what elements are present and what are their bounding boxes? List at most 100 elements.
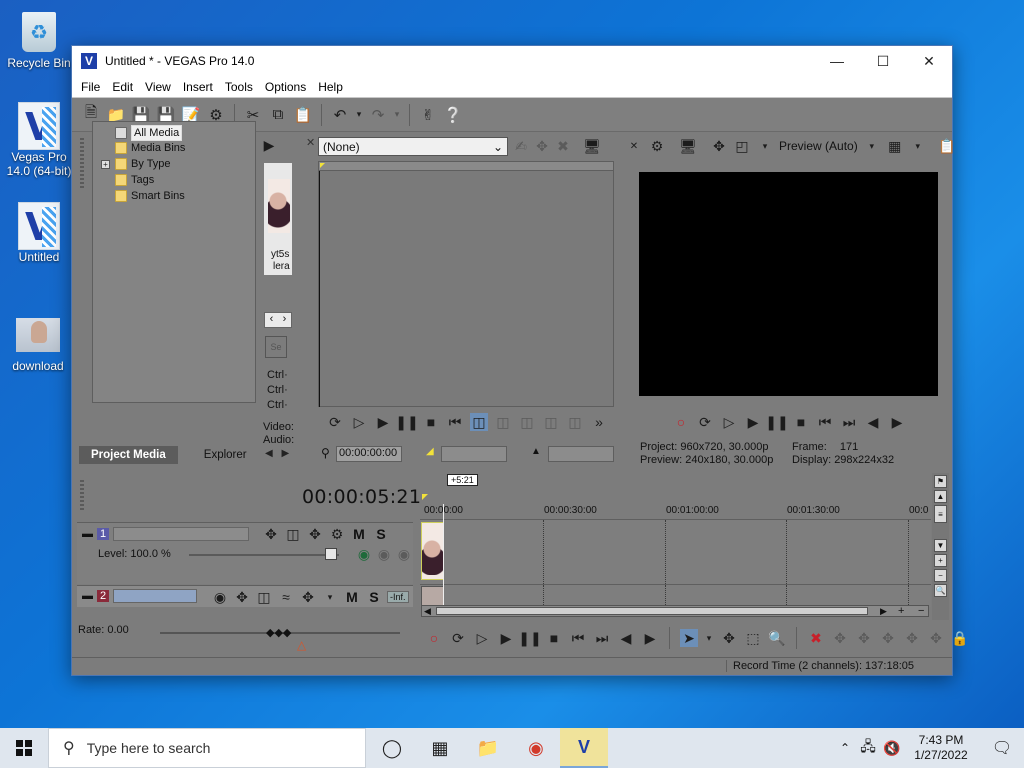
solo-button[interactable]: S: [365, 589, 383, 605]
chrome-taskbar-button[interactable]: ◉: [512, 728, 560, 768]
zoom-out-h-icon[interactable]: −: [918, 605, 924, 617]
spellcheck-icon[interactable]: ✍: [512, 137, 530, 155]
level-slider-thumb[interactable]: [325, 548, 337, 560]
recycle-bin-desktop-icon[interactable]: Recycle Bin: [1, 10, 77, 70]
download-desktop-icon[interactable]: download: [0, 313, 76, 373]
scroll-down-icon[interactable]: ▼: [934, 539, 947, 552]
tab-explorer[interactable]: Explorer: [190, 446, 261, 464]
play-icon[interactable]: ▶: [374, 413, 392, 431]
normal-edit-tool-icon[interactable]: ➤: [680, 629, 698, 647]
copy-snapshot-icon[interactable]: 📋: [938, 137, 956, 155]
minimize-button[interactable]: —: [814, 46, 860, 76]
make-compositing-child-icon[interactable]: ◉: [395, 545, 413, 563]
video-preview-screen[interactable]: [639, 172, 938, 396]
menu-tools[interactable]: Tools: [219, 80, 259, 94]
envelope-tool-icon[interactable]: ✥: [720, 629, 738, 647]
timeline-h-scrollbar[interactable]: ◀ ▶ + −: [421, 605, 929, 617]
more-options-icon[interactable]: »: [590, 413, 608, 431]
scroll-up-icon[interactable]: ▲: [934, 490, 947, 503]
maximize-button[interactable]: ☐: [860, 46, 906, 76]
solo-button[interactable]: S: [372, 526, 390, 542]
vegas-pro-desktop-icon[interactable]: Vegas Pro 14.0 (64-bit): [1, 102, 77, 178]
stop-icon[interactable]: ■: [422, 413, 440, 431]
whats-this-help-icon[interactable]: ❔: [442, 104, 464, 126]
stop-icon[interactable]: ■: [792, 413, 810, 431]
audio-fx-icon[interactable]: ✥: [233, 588, 251, 606]
compositing-mode-icon[interactable]: ✥: [306, 525, 324, 543]
tree-item-smart-bins[interactable]: Smart Bins: [115, 190, 185, 202]
start-button[interactable]: [0, 728, 48, 768]
trimmer-length-icon[interactable]: ▲: [531, 446, 541, 457]
go-to-start-icon[interactable]: ⏮: [569, 629, 587, 647]
level-slider-track[interactable]: [189, 554, 339, 556]
play-from-start-icon[interactable]: ▷: [473, 629, 491, 647]
tab-project-media[interactable]: Project Media: [79, 446, 178, 464]
go-to-start-icon[interactable]: ⏮: [816, 413, 834, 431]
trim-mode-icon[interactable]: ◫: [470, 413, 488, 431]
ripple-icon[interactable]: ✥: [927, 629, 945, 647]
play-icon[interactable]: ▶: [744, 413, 762, 431]
file-explorer-taskbar-button[interactable]: 📁: [464, 728, 512, 768]
arm-for-record-icon[interactable]: ◉: [211, 588, 229, 606]
track-motion-icon[interactable]: ✥: [299, 588, 317, 606]
add-to-timeline-icon[interactable]: ◫: [494, 413, 512, 431]
preview-quality-chevron-icon[interactable]: ▾: [756, 137, 774, 155]
zoom-tool-icon[interactable]: 🔍: [934, 584, 947, 597]
trim-end-icon[interactable]: ✥: [879, 629, 897, 647]
mute-button[interactable]: M: [350, 526, 368, 542]
track-settings-dropdown-icon[interactable]: ▾: [321, 588, 339, 606]
media-thumbnail[interactable]: yt5s lera: [264, 163, 292, 275]
play-from-start-icon[interactable]: ▷: [350, 413, 368, 431]
volume-muted-icon[interactable]: 🔇: [882, 740, 902, 757]
go-to-end-icon[interactable]: ⏭: [593, 629, 611, 647]
pause-icon[interactable]: ❚❚: [765, 413, 788, 431]
previous-frame-icon[interactable]: ◀: [864, 413, 882, 431]
track-collapse-icon[interactable]: ▬: [82, 590, 93, 602]
h-scroll-thumb[interactable]: [436, 607, 868, 615]
loop-icon[interactable]: ⟳: [449, 629, 467, 647]
vegas-pro-taskbar-button[interactable]: V: [560, 728, 608, 768]
next-arrow-icon[interactable]: ›: [283, 313, 287, 327]
overlays-grid-icon[interactable]: ▦: [886, 137, 904, 155]
clock[interactable]: 7:43 PM 1/27/2022: [906, 733, 976, 763]
marker-flag-icon[interactable]: ⚑: [934, 475, 947, 488]
tree-item-by-type[interactable]: By Type: [115, 158, 171, 170]
clear-trimmer-icon[interactable]: ✖: [554, 137, 572, 155]
pause-icon[interactable]: ❚❚: [395, 413, 418, 431]
scroll-right-icon[interactable]: ▶: [880, 606, 887, 617]
expand-icon[interactable]: +: [101, 160, 110, 169]
tree-item-tags[interactable]: Tags: [115, 174, 154, 186]
paste-icon[interactable]: 📋: [292, 104, 314, 126]
mute-button[interactable]: M: [343, 589, 361, 605]
menu-insert[interactable]: Insert: [177, 80, 219, 94]
delete-icon[interactable]: ✖: [807, 629, 825, 647]
task-view-timeline-button[interactable]: ▦: [416, 728, 464, 768]
record-icon[interactable]: ○: [672, 413, 690, 431]
v-scroll-thumb[interactable]: ≡: [934, 505, 947, 523]
video-preview-settings-icon[interactable]: ⚙: [648, 137, 666, 155]
tree-item-media-bins[interactable]: Media Bins: [115, 142, 185, 154]
task-view-button[interactable]: ◯: [368, 728, 416, 768]
preview-close-icon[interactable]: ✕: [625, 137, 643, 155]
automation-icon[interactable]: ≈: [277, 588, 295, 606]
composite-child-icon[interactable]: ◉: [355, 545, 373, 563]
menu-view[interactable]: View: [139, 80, 177, 94]
network-icon[interactable]: 🖧: [858, 736, 878, 760]
pause-icon[interactable]: ❚❚: [518, 629, 541, 647]
scroll-left-icon[interactable]: ◀: [424, 606, 431, 617]
overlays-dropdown-icon[interactable]: ▾: [909, 137, 927, 155]
preview-quality-dropdown-icon[interactable]: ▾: [863, 137, 881, 155]
preview-quality-select[interactable]: Preview (Auto): [779, 139, 858, 153]
title-bar[interactable]: V Untitled * - VEGAS Pro 14.0 — ☐ ✕: [72, 46, 952, 76]
track-fx-icon[interactable]: ◫: [255, 588, 273, 606]
menu-file[interactable]: File: [75, 80, 106, 94]
add-before-cursor-icon[interactable]: ◫: [542, 413, 560, 431]
menu-edit[interactable]: Edit: [106, 80, 139, 94]
redo-icon[interactable]: ↷: [367, 104, 389, 126]
views-play-icon[interactable]: ▶: [260, 136, 278, 154]
menu-options[interactable]: Options: [259, 80, 312, 94]
stop-icon[interactable]: ■: [545, 629, 563, 647]
copy-icon[interactable]: ⧉: [267, 104, 289, 126]
track-motion-icon[interactable]: ✥: [262, 525, 280, 543]
prev-arrow-icon[interactable]: ‹: [270, 313, 274, 327]
